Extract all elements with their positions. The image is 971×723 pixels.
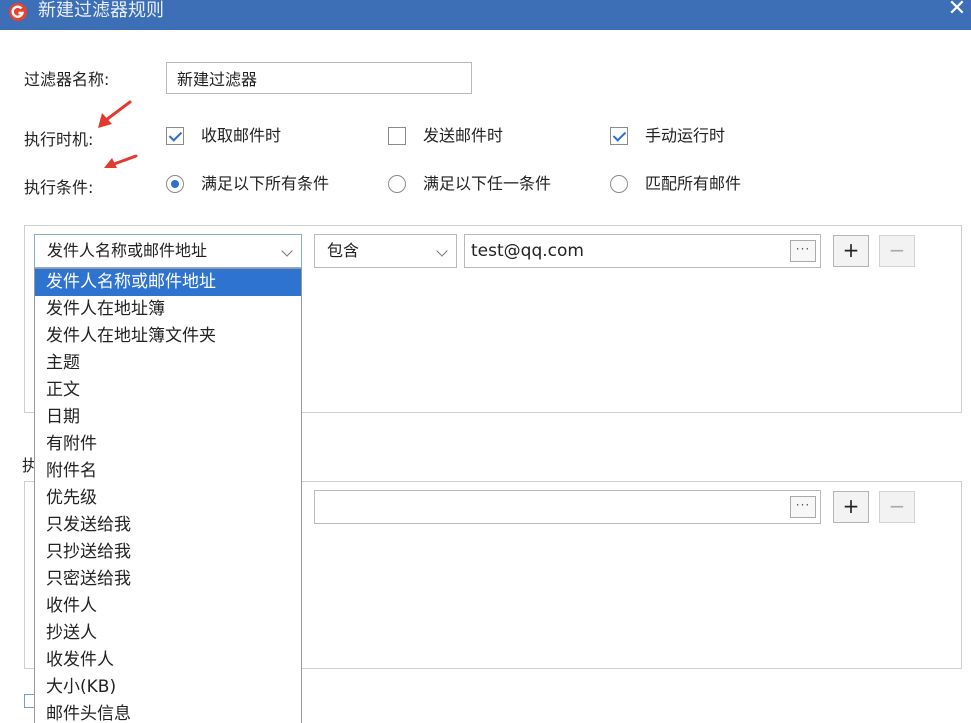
dropdown-option[interactable]: 只抄送给我 [35, 539, 301, 566]
send-checkbox[interactable] [388, 127, 406, 145]
dropdown-option[interactable]: 抄送人 [35, 620, 301, 647]
match-any-radio[interactable] [388, 175, 406, 193]
title-bar: 新建过滤器规则 ✕ [0, 0, 971, 30]
dropdown-option[interactable]: 优先级 [35, 485, 301, 512]
remove-action-button[interactable]: − [879, 491, 915, 523]
match-every-mail-radio[interactable] [610, 175, 628, 193]
dropdown-option[interactable]: 发件人名称或邮件地址 [35, 269, 301, 296]
dropdown-option[interactable]: 有附件 [35, 431, 301, 458]
add-action-button[interactable]: + [833, 491, 869, 523]
app-logo-icon [9, 3, 27, 21]
dropdown-option[interactable]: 正文 [35, 377, 301, 404]
dropdown-option[interactable]: 日期 [35, 404, 301, 431]
remove-condition-button[interactable]: − [879, 235, 915, 267]
condition-field-select[interactable]: 发件人名称或邮件地址 [34, 234, 302, 268]
filter-name-label: 过滤器名称: [24, 70, 110, 89]
chevron-down-icon [281, 245, 293, 257]
match-all-radio[interactable] [166, 175, 184, 193]
dropdown-option[interactable]: 附件名 [35, 458, 301, 485]
condition-operator-value: 包含 [327, 241, 360, 260]
condition-label: 执行条件: [24, 178, 94, 197]
annotation-arrow-icon [104, 154, 138, 168]
dropdown-option[interactable]: 收件人 [35, 593, 301, 620]
dropdown-option[interactable]: 发件人在地址簿 [35, 296, 301, 323]
close-icon[interactable]: ✕ [945, 0, 969, 20]
dropdown-option[interactable]: 收发件人 [35, 647, 301, 674]
timing-label: 执行时机: [24, 130, 94, 149]
match-every-mail-label: 匹配所有邮件 [645, 174, 742, 193]
dropdown-option[interactable]: 只密送给我 [35, 566, 301, 593]
send-label: 发送邮件时 [423, 126, 504, 145]
window-title: 新建过滤器规则 [38, 0, 164, 21]
add-condition-button[interactable]: + [833, 235, 869, 267]
filter-name-input[interactable] [166, 62, 472, 94]
dropdown-option[interactable]: 发件人在地址簿文件夹 [35, 323, 301, 350]
receive-label: 收取邮件时 [201, 126, 282, 145]
dropdown-option[interactable]: 大小(KB) [35, 674, 301, 701]
manual-label: 手动运行时 [645, 126, 726, 145]
condition-field-value: 发件人名称或邮件地址 [47, 241, 208, 260]
manual-checkbox[interactable] [610, 127, 628, 145]
dropdown-option[interactable]: 邮件头信息 [35, 701, 301, 723]
match-all-label: 满足以下所有条件 [201, 174, 330, 193]
action-browse-button[interactable]: ··· [790, 496, 816, 518]
condition-operator-select[interactable]: 包含 [314, 234, 457, 268]
annotation-arrow-icon [98, 100, 132, 128]
receive-checkbox[interactable] [166, 127, 184, 145]
condition-value-text: test@qq.com [471, 241, 584, 261]
dropdown-option[interactable]: 主题 [35, 350, 301, 377]
condition-value-field[interactable]: test@qq.com ··· [464, 234, 821, 268]
chevron-down-icon [436, 245, 448, 257]
browse-button[interactable]: ··· [790, 240, 816, 262]
match-any-label: 满足以下任一条件 [423, 174, 552, 193]
action-value-field[interactable]: ··· [314, 490, 821, 524]
dropdown-option[interactable]: 只发送给我 [35, 512, 301, 539]
condition-field-dropdown[interactable]: 发件人名称或邮件地址 发件人在地址簿 发件人在地址簿文件夹 主题 正文 日期 有… [34, 268, 302, 723]
